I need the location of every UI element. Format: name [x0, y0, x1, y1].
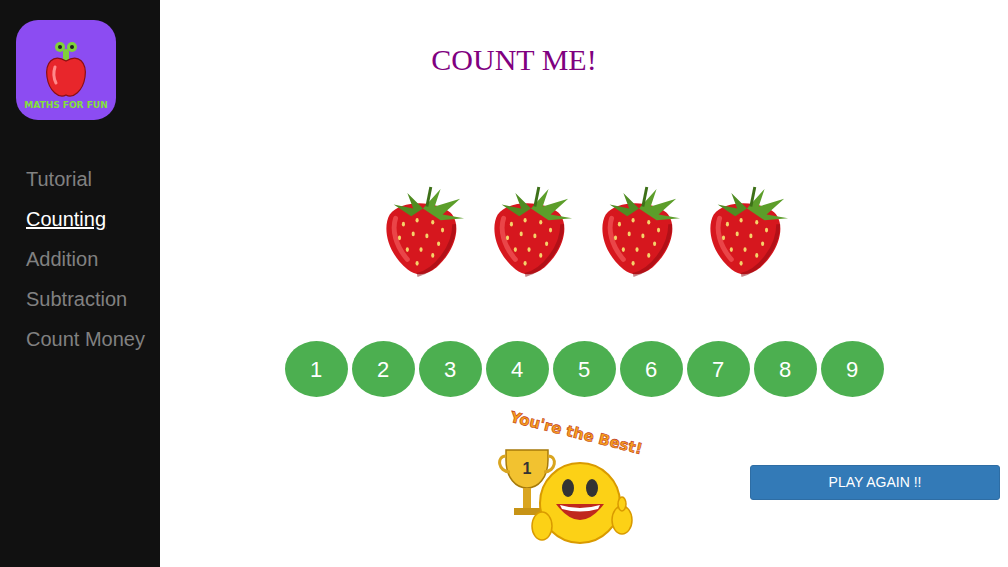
reward-picture: You're the Best! 1: [498, 408, 646, 556]
sidebar: MATHS FOR FUN TutorialCountingAdditionSu…: [0, 0, 160, 567]
sidebar-item[interactable]: Counting: [0, 199, 160, 239]
trophy-rank: 1: [523, 460, 532, 477]
strawberry-icon: [594, 184, 682, 280]
fruit-group: [378, 184, 790, 280]
sidebar-item[interactable]: Addition: [0, 239, 160, 279]
sidebar-item[interactable]: Subtraction: [0, 279, 160, 319]
answer-button[interactable]: 1: [285, 341, 348, 397]
answer-button[interactable]: 2: [352, 341, 415, 397]
strawberry-icon: [486, 184, 574, 280]
apple-icon: [43, 39, 89, 99]
game-area: COUNT ME! 123456789 You're the Best! 1: [160, 0, 1008, 567]
answer-button[interactable]: 6: [620, 341, 683, 397]
sidebar-item[interactable]: Tutorial: [0, 159, 160, 199]
game-title: COUNT ME!: [431, 42, 596, 78]
strawberry-icon: [378, 184, 466, 280]
strawberry-icon: [702, 184, 790, 280]
answer-button[interactable]: 3: [419, 341, 482, 397]
answer-button[interactable]: 8: [754, 341, 817, 397]
answer-button[interactable]: 4: [486, 341, 549, 397]
answer-button[interactable]: 7: [687, 341, 750, 397]
play-again-button[interactable]: PLAY AGAIN !!: [750, 465, 1000, 500]
app-logo[interactable]: MATHS FOR FUN: [16, 20, 116, 120]
trophy-icon: You're the Best! 1: [498, 408, 646, 556]
answer-button[interactable]: 5: [553, 341, 616, 397]
answer-buttons: 123456789: [285, 341, 884, 397]
sidebar-item[interactable]: Count Money: [0, 319, 160, 359]
logo-text: MATHS FOR FUN: [24, 101, 107, 110]
answer-button[interactable]: 9: [821, 341, 884, 397]
